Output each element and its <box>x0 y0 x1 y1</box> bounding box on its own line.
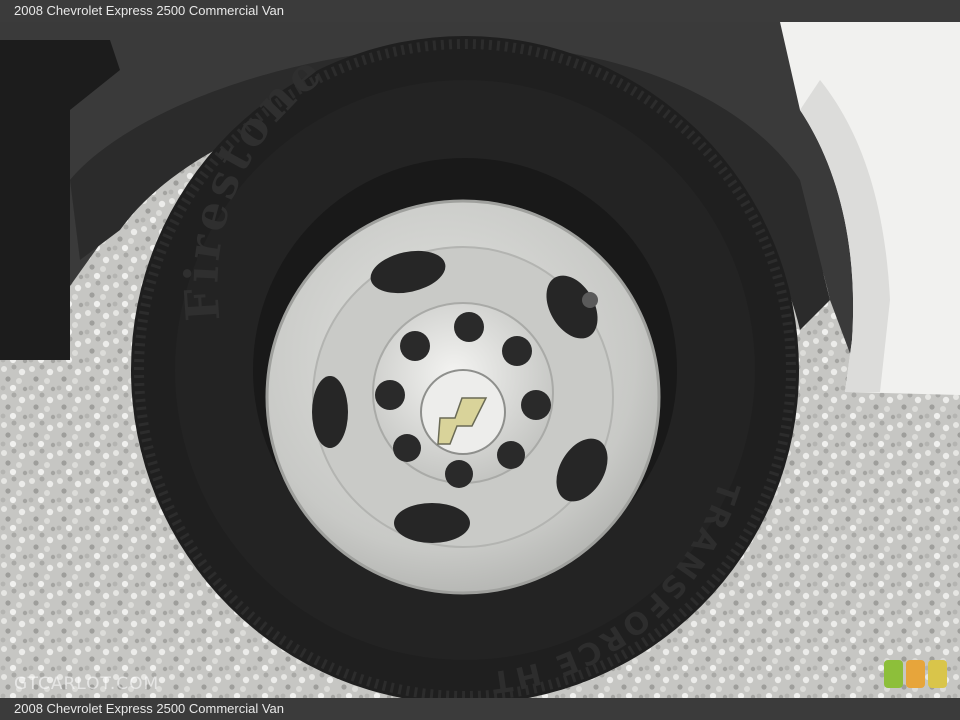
lug-nut <box>502 336 532 366</box>
lug-nut <box>393 434 421 462</box>
bottom-caption: 2008 Chevrolet Express 2500 Commercial V… <box>0 698 960 720</box>
lug-nut <box>497 441 525 469</box>
wheel-photo: Firestone TRANSFORCE HT <box>0 22 960 698</box>
lug-nut <box>375 380 405 410</box>
gtcarlot-watermark: GTCARLOT.COM <box>14 674 160 694</box>
lug-nut <box>454 312 484 342</box>
lug-nut <box>521 390 551 420</box>
wheel-vent-hole <box>394 503 470 543</box>
top-caption: 2008 Chevrolet Express 2500 Commercial V… <box>0 0 960 22</box>
lug-nut <box>445 460 473 488</box>
gtcarlot-logo-icon <box>884 660 947 688</box>
valve-stem <box>582 292 598 308</box>
wheel-vent-hole <box>312 376 348 448</box>
lug-nut <box>400 331 430 361</box>
photo-frame: 2008 Chevrolet Express 2500 Commercial V… <box>0 0 960 720</box>
